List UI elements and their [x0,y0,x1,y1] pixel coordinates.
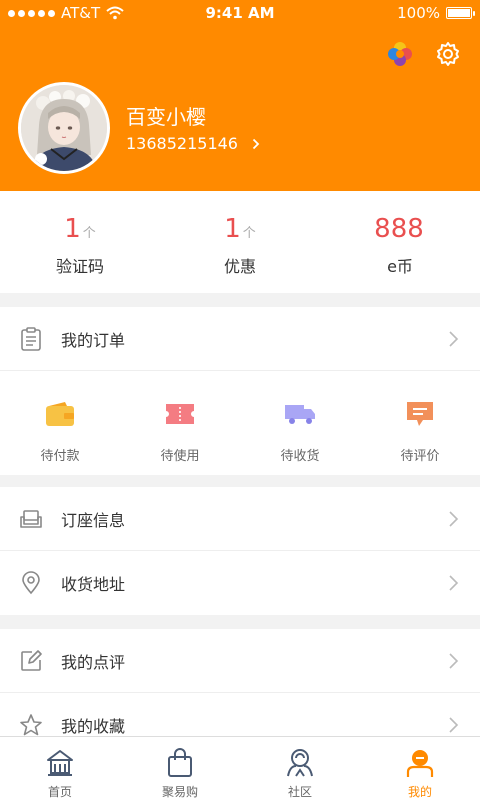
stat-unit: 个 [82,226,96,241]
chevron-right-icon [449,510,459,527]
row-label: 收货地址 [61,575,126,594]
profile-icon [360,745,480,781]
status-bar: AT&T 9:41 AM 100% [0,0,480,26]
stat-label: 验证码 [55,257,104,276]
tab-community[interactable]: 社区 [240,737,360,800]
battery-icon [446,7,475,19]
row-label: 我的收藏 [61,717,126,736]
order-pending-payment[interactable]: 待付款 [0,371,120,475]
battery-percent: 100% [397,4,440,22]
user-name: 百变小樱 [126,105,206,129]
user-phone-row[interactable]: 13685215146 [126,134,260,153]
chevron-right-icon [449,575,459,591]
row-label: 订座信息 [61,510,126,530]
comment-icon [360,399,480,429]
chevron-right-icon [252,138,260,149]
order-status-label: 待评价 [400,449,440,464]
row-label: 我的订单 [61,330,126,350]
stat-label: e币 [387,257,413,276]
tab-label: 我的 [407,785,432,799]
order-status-label: 待使用 [160,449,200,464]
chevron-right-icon [449,330,459,347]
stat-value: 1 [224,214,241,244]
tab-label: 首页 [47,785,72,799]
stat-ecoin[interactable]: 888 e币 [320,191,480,293]
community-icon [240,745,360,781]
tab-home[interactable]: 首页 [0,737,120,800]
my-orders-row[interactable]: 我的订单 [0,307,480,371]
stat-discount[interactable]: 1个 优惠 [160,191,320,293]
sofa-icon [18,506,44,532]
clipboard-icon [18,326,44,352]
stats-bar: 1个 验证码 1个 优惠 888 e币 [0,191,480,293]
location-pin-icon [18,570,44,596]
edit-icon [18,648,44,674]
row-label: 我的点评 [61,652,126,672]
order-status-label: 待收货 [280,449,320,464]
stat-label: 优惠 [223,257,256,276]
shipping-address-row[interactable]: 收货地址 [0,551,480,615]
profile-header: AT&T 9:41 AM 100% 百变小樱 13685215146 [0,0,480,191]
stat-value: 888 [374,214,424,244]
order-status-grid: 待付款 待使用 待收货 待评价 [0,371,480,475]
tab-label: 聚易购 [161,785,198,799]
avatar[interactable] [18,82,110,174]
tab-mine[interactable]: 我的 [360,737,480,800]
order-pending-review[interactable]: 待评价 [360,371,480,475]
order-pending-use[interactable]: 待使用 [120,371,240,475]
stat-unit: 个 [242,226,256,241]
star-icon [18,712,44,738]
seat-booking-row[interactable]: 订座信息 [0,487,480,551]
stat-verification-code[interactable]: 1个 验证码 [0,191,160,293]
ticket-icon [120,399,240,429]
truck-icon [240,399,360,429]
order-pending-receipt[interactable]: 待收货 [240,371,360,475]
settings-gear-icon[interactable] [434,40,462,68]
menu-group-1: 订座信息 收货地址 [0,487,480,615]
color-wheel-icon[interactable] [386,40,414,68]
shopping-bag-icon [120,745,240,781]
order-status-label: 待付款 [40,449,80,464]
tab-group-buy[interactable]: 聚易购 [120,737,240,800]
wallet-icon [0,399,120,429]
bottom-tab-bar: 首页 聚易购 社区 我的 [0,736,480,800]
tab-label: 社区 [287,785,312,799]
orders-section: 我的订单 待付款 待使用 待收货 待评价 [0,307,480,475]
my-reviews-row[interactable]: 我的点评 [0,629,480,693]
home-icon [0,745,120,781]
user-phone: 13685215146 [126,134,238,153]
chevron-right-icon [449,717,459,733]
stat-value: 1 [64,214,81,244]
chevron-right-icon [449,652,459,669]
